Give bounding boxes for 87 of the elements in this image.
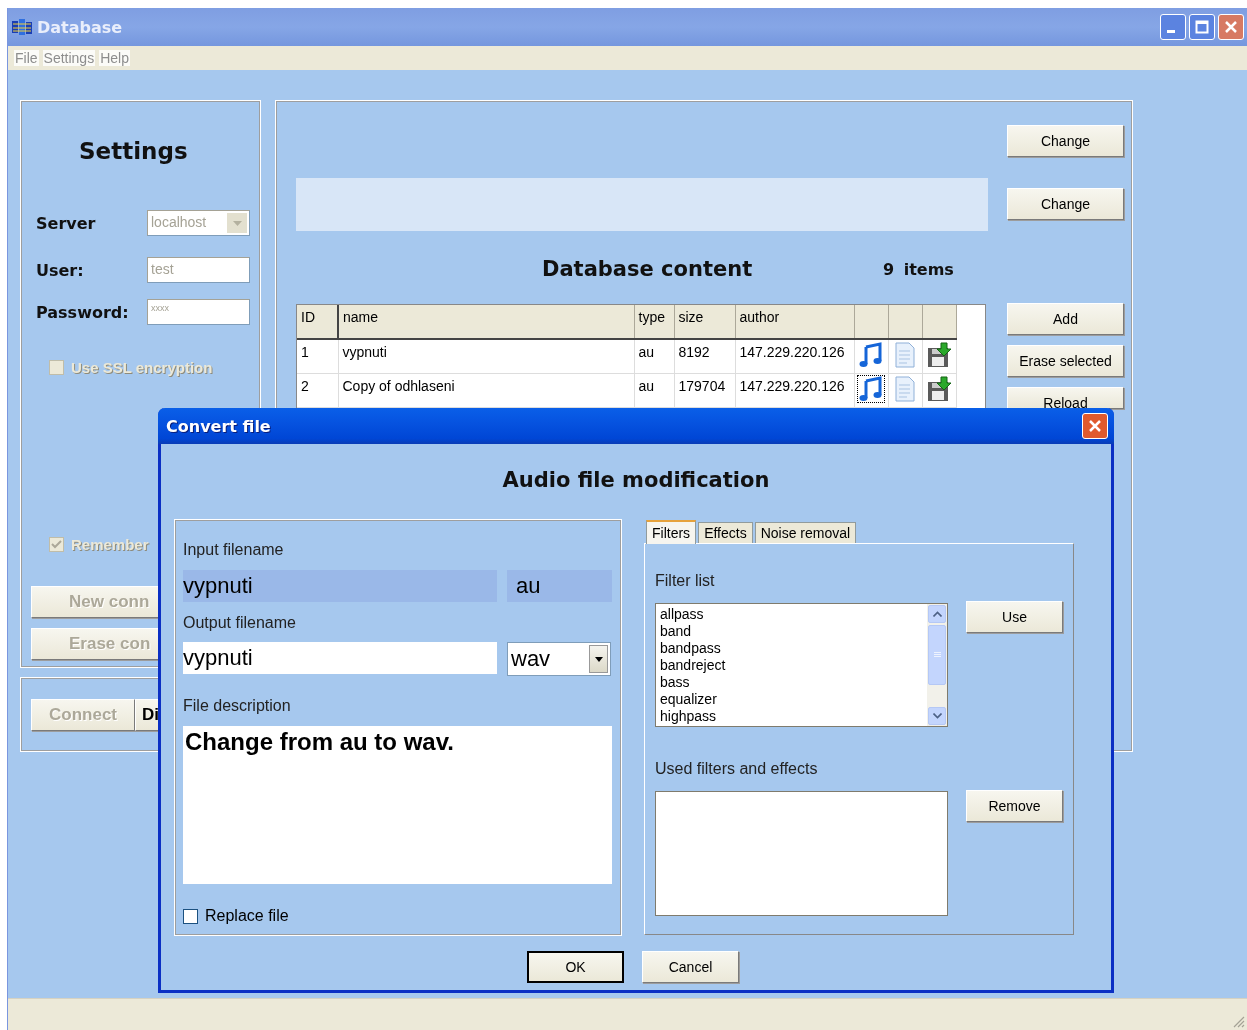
column-header[interactable] [922,305,956,339]
field-label: Filter list [655,572,716,590]
checkbox[interactable] [183,908,198,924]
field-label: Input filename [183,541,285,559]
list-item[interactable]: highpass [660,708,923,725]
ok-button[interactable]: OK [527,951,624,983]
table-cell: 147.229.220.126 [735,373,854,408]
minimize-button[interactable] [1160,14,1186,40]
minimize-icon [1167,29,1175,33]
column-header[interactable] [854,305,888,339]
table-cell: 2 [297,373,338,408]
format-dropdown[interactable]: wav [507,642,611,676]
close-button[interactable] [1218,14,1244,40]
use-button[interactable]: Use [966,601,1063,633]
grip-icon [933,652,941,658]
close-icon [1224,20,1238,34]
table-cell: 179704 [674,373,735,408]
column-header[interactable]: author [735,305,854,339]
dropdown-value: wav [511,646,551,672]
table-cell: 147.229.220.126 [735,339,854,374]
table-cell: au [634,339,674,374]
change-button[interactable]: Change [1007,188,1124,220]
maximize-button[interactable] [1189,14,1215,40]
tab[interactable]: Effects [698,522,753,543]
field-label: File description [183,697,292,715]
erase-selected-button[interactable]: Erase selected [1007,345,1124,377]
cancel-button[interactable]: Cancel [642,951,739,983]
field-label: Server [36,213,97,233]
field-value: localhost [151,214,207,230]
dialog-title: Convert file [166,416,271,436]
tab[interactable]: Noise removal [754,522,857,543]
content-title: Database content [542,257,754,281]
column-header[interactable]: ID [297,305,338,339]
add-button[interactable]: Add [1007,303,1124,335]
checkbox-label: Remember [71,535,149,553]
list-item[interactable]: band [660,623,923,640]
scroll-down-icon [932,713,942,719]
disk-arrow-icon[interactable] [925,376,952,402]
column-header[interactable]: type [634,305,674,339]
list-item[interactable]: bandpass [660,640,923,657]
column-header[interactable] [888,305,922,339]
table-cell: au [634,373,674,408]
table-cell: 1 [297,339,338,374]
caret-icon [594,656,603,662]
used-filters-list[interactable] [655,791,948,916]
tab[interactable]: Filters [646,520,697,544]
checkbox-label: Replace file [205,907,289,925]
app-icon [11,18,33,36]
disk-arrow-icon[interactable] [925,342,952,368]
change-button[interactable]: Change [1007,125,1124,157]
window-title: Database [37,17,123,37]
item-count: 9 items [883,259,954,279]
field-value: xxxx [151,303,169,313]
remove-button[interactable]: Remove [966,790,1063,822]
description-field[interactable]: Change from au to wav. [183,726,612,884]
column-header[interactable]: name [338,305,634,339]
music-note-icon[interactable] [857,342,884,368]
dialog-heading: Audio file modification [501,467,771,494]
close-button[interactable] [1082,413,1108,439]
field-label: Output filename [183,614,297,632]
table-cell: vypnuti [338,339,634,374]
field-label: Password: [36,302,130,322]
list-item[interactable]: bass [660,674,923,691]
field-label: Used filters and effects [655,760,819,778]
music-note-icon[interactable] [857,376,884,402]
scrollbar[interactable] [927,604,947,726]
column-header[interactable]: size [674,305,735,339]
close-icon [1088,419,1102,433]
table-cell: 8192 [674,339,735,374]
checkbox-label: Use SSL encryption [71,358,213,376]
list-item[interactable]: bandreject [660,657,923,674]
caret-icon [232,220,242,226]
field-value: test [151,261,174,277]
resize-grip-icon [1233,1016,1245,1028]
input-extension-field[interactable]: au [507,570,612,602]
list-item[interactable]: equalizer [660,691,923,708]
filter-list[interactable]: allpass band bandpass bandreject bass equalizer highpass [655,603,948,727]
list-item[interactable]: allpass [660,606,923,623]
maximize-icon [1195,20,1209,34]
output-filename-field[interactable]: vypnuti [183,642,497,674]
settings-title: Settings [79,137,189,165]
table-cell: Copy of odhlaseni [338,373,634,408]
scroll-up-icon [932,611,942,617]
input-filename-field[interactable]: vypnuti [183,570,497,602]
disconnect-button[interactable]: Di [135,698,160,731]
field-label: User: [36,260,85,280]
reload-button[interactable]: Reload [1007,387,1124,409]
